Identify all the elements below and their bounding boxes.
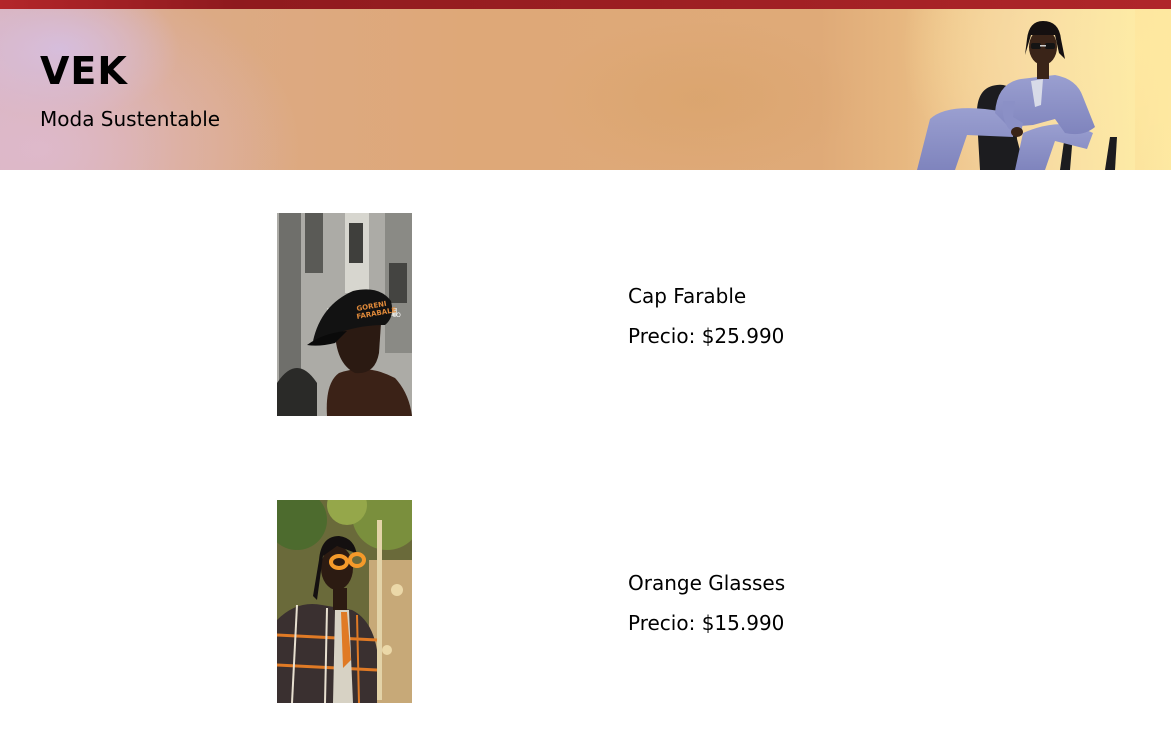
price-label: Precio: [628, 324, 696, 348]
price-value: $25.990 [701, 324, 785, 348]
brand-title: VEK [40, 49, 128, 93]
brand-tagline: Moda Sustentable [40, 107, 221, 131]
product-card[interactable]: Orange Glasses Precio: $15.990 [277, 500, 877, 703]
hero-model-image [905, 9, 1135, 170]
product-image[interactable] [277, 500, 412, 703]
product-name: Cap Farable [628, 284, 747, 308]
price-value: $15.990 [701, 611, 785, 635]
product-card[interactable]: GORENI FARABALE LO Cap Farable Precio: $… [277, 213, 877, 416]
price-label: Precio: [628, 611, 696, 635]
product-image[interactable]: GORENI FARABALE LO [277, 213, 412, 416]
svg-text:LO: LO [393, 312, 401, 319]
top-accent-bar [0, 0, 1171, 9]
product-price: Precio: $15.990 [628, 610, 784, 636]
product-price: Precio: $25.990 [628, 323, 784, 349]
hero-banner: VEK Moda Sustentable [0, 9, 1171, 170]
product-name: Orange Glasses [628, 571, 786, 595]
